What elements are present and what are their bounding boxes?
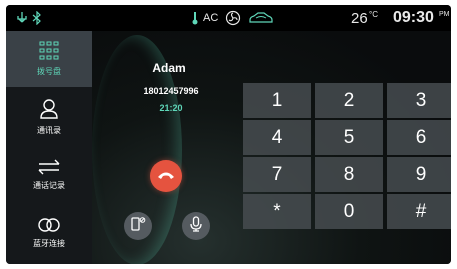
thermometer-icon (191, 5, 199, 31)
sidebar: 拨号盘 通讯录 通话记录 蓝牙连接 (6, 31, 92, 264)
temperature-unit: °C (369, 9, 378, 19)
key-3[interactable]: 3 (387, 83, 451, 118)
key-hash[interactable]: # (387, 194, 451, 229)
phone-device-icon (130, 216, 146, 237)
sidebar-item-dialpad[interactable]: 拨号盘 (6, 31, 92, 87)
bluetooth-link-icon (37, 217, 61, 235)
car-recirculation-icon[interactable] (248, 5, 274, 31)
usb-icon (16, 5, 28, 31)
microphone-icon (189, 215, 203, 237)
key-4[interactable]: 4 (243, 120, 311, 155)
clock-time: 09:30 (393, 9, 434, 26)
fan-icon[interactable] (225, 5, 241, 31)
key-9[interactable]: 9 (387, 157, 451, 192)
contact-name: Adam (152, 61, 186, 75)
status-bar: AC 26 °C 09:30 PM (6, 5, 451, 31)
dialpad-icon (39, 41, 59, 63)
key-2[interactable]: 2 (315, 83, 383, 118)
key-5[interactable]: 5 (315, 120, 383, 155)
sidebar-item-label: 蓝牙连接 (33, 239, 65, 248)
key-star[interactable]: * (243, 194, 311, 229)
hang-up-button[interactable] (150, 160, 182, 192)
key-8[interactable]: 8 (315, 157, 383, 192)
call-log-icon (38, 159, 60, 177)
sidebar-item-bluetooth-link[interactable]: 蓝牙连接 (6, 205, 92, 261)
microphone-button[interactable] (182, 212, 210, 240)
bluetooth-icon (32, 5, 42, 31)
key-6[interactable]: 6 (387, 120, 451, 155)
key-1[interactable]: 1 (243, 83, 311, 118)
ac-label[interactable]: AC (203, 5, 218, 31)
contacts-icon (39, 98, 59, 122)
contact-number: 18012457996 (143, 86, 199, 96)
key-7[interactable]: 7 (243, 157, 311, 192)
clock-ampm: PM (439, 10, 450, 18)
sidebar-item-label: 拨号盘 (37, 67, 61, 76)
temperature-value: 26 (351, 9, 368, 27)
transfer-to-phone-button[interactable] (124, 212, 152, 240)
key-0[interactable]: 0 (315, 194, 383, 229)
sidebar-item-contacts[interactable]: 通讯录 (6, 89, 92, 145)
sidebar-item-call-log[interactable]: 通话记录 (6, 147, 92, 203)
screen: AC 26 °C 09:30 PM 拨号盘 通讯录 通话记录 蓝牙连接 Adam… (6, 5, 451, 264)
sidebar-item-label: 通话记录 (33, 181, 65, 190)
sidebar-item-label: 通讯录 (37, 126, 61, 135)
phone-hangup-icon (157, 167, 175, 185)
call-duration: 21:20 (159, 103, 183, 113)
keypad: 1 2 3 4 5 6 7 8 9 * 0 # (243, 83, 451, 229)
